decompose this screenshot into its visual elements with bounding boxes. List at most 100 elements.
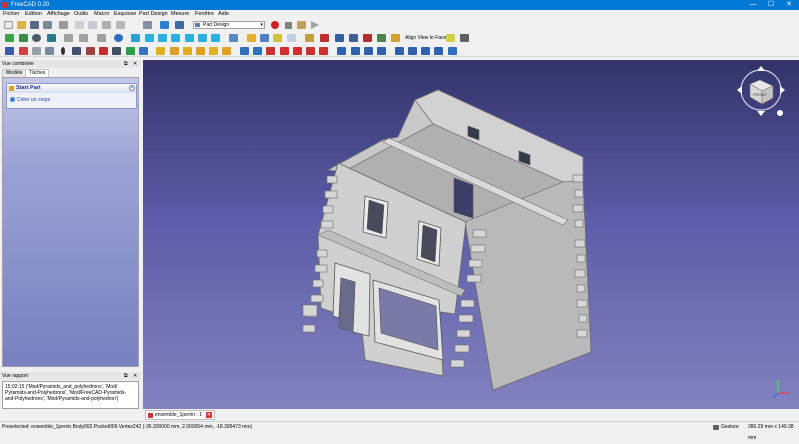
menu-affichage[interactable]: Affichage xyxy=(47,11,70,18)
maximize-button[interactable]: ☐ xyxy=(764,0,778,10)
close-panel-icon[interactable]: ✕ xyxy=(133,372,137,380)
subtractive-helix-icon[interactable] xyxy=(306,47,315,55)
navigation-cube[interactable]: FRONT xyxy=(737,66,785,116)
collapse-icon[interactable]: ^ xyxy=(129,85,135,91)
align-view-to-face-button[interactable]: Align View to Face xyxy=(405,35,446,41)
part-icon[interactable] xyxy=(247,34,256,42)
link-icon[interactable] xyxy=(97,34,106,42)
fillet-icon[interactable] xyxy=(395,47,404,55)
measure-refresh-icon[interactable] xyxy=(349,34,358,42)
pocket-icon[interactable] xyxy=(240,47,249,55)
print-icon[interactable] xyxy=(59,21,68,29)
boolean-icon[interactable] xyxy=(448,47,457,55)
measure-toggle-icon[interactable] xyxy=(363,34,372,42)
menu-aide[interactable]: Aide xyxy=(218,11,229,18)
forward-arrow-icon[interactable] xyxy=(79,34,88,42)
link-make-icon[interactable] xyxy=(273,34,282,42)
cut-icon[interactable] xyxy=(75,21,84,29)
macro-execute-icon[interactable] xyxy=(311,21,319,29)
hole-icon[interactable] xyxy=(253,47,262,55)
draw-style-icon[interactable] xyxy=(32,34,41,42)
redo-icon[interactable] xyxy=(116,21,125,29)
menu-esquisse[interactable]: Esquisse xyxy=(114,11,136,18)
datum-line-icon[interactable] xyxy=(72,47,81,55)
local-cs-icon[interactable] xyxy=(99,47,108,55)
menu-outils[interactable]: Outils xyxy=(74,11,88,18)
linear-pattern-icon[interactable] xyxy=(351,47,360,55)
link-sub-icon[interactable] xyxy=(287,34,296,42)
save-icon[interactable] xyxy=(30,21,39,29)
copy-icon[interactable] xyxy=(88,21,97,29)
fit-all-icon[interactable] xyxy=(5,34,14,42)
subtractive-loft-icon[interactable] xyxy=(280,47,289,55)
align-face-icon[interactable] xyxy=(446,34,455,42)
menu-part-design[interactable]: Part Design xyxy=(139,11,168,18)
view-front-icon[interactable] xyxy=(145,34,154,42)
3d-viewport[interactable]: FRONT xyxy=(143,60,799,409)
polar-pattern-icon[interactable] xyxy=(364,47,373,55)
create-body-link[interactable]: Créer un corps xyxy=(10,97,50,103)
pad-icon[interactable] xyxy=(156,47,165,55)
draft-icon[interactable] xyxy=(421,47,430,55)
minimize-button[interactable]: — xyxy=(746,0,760,10)
close-button[interactable]: ✕ xyxy=(782,0,796,10)
close-panel-icon[interactable]: ✕ xyxy=(133,60,137,68)
measure-angular-icon[interactable] xyxy=(335,34,344,42)
additive-loft-icon[interactable] xyxy=(183,47,192,55)
tab-taches[interactable]: Tâches xyxy=(25,69,50,77)
clip-plane-icon[interactable] xyxy=(305,34,314,42)
macro-record-icon[interactable] xyxy=(271,21,279,29)
view-isometric-icon[interactable] xyxy=(131,34,140,42)
document-tab[interactable]: ensemble_1perrin : 1 ✕ xyxy=(145,410,215,420)
back-arrow-icon[interactable] xyxy=(64,34,73,42)
bounding-box-icon[interactable] xyxy=(47,34,56,42)
multi-transform-icon[interactable] xyxy=(377,47,386,55)
macro-edit-icon[interactable] xyxy=(297,21,306,29)
shape-binder-icon[interactable] xyxy=(45,47,54,55)
datum-point-icon[interactable] xyxy=(61,47,65,55)
macro-stop-icon[interactable] xyxy=(285,22,292,29)
validate-sketch-icon[interactable] xyxy=(32,47,41,55)
save-as-icon[interactable] xyxy=(43,21,52,29)
groove-icon[interactable] xyxy=(266,47,275,55)
fit-selection-icon[interactable] xyxy=(19,34,28,42)
report-view[interactable]: 15:02:15 ('Mod/Pyramids_and_polyhedrons'… xyxy=(2,381,139,409)
revolution-icon[interactable] xyxy=(170,47,179,55)
new-document-icon[interactable] xyxy=(4,21,13,29)
mirrored-icon[interactable] xyxy=(337,47,346,55)
zoom-icon[interactable] xyxy=(114,34,123,42)
additive-helix-icon[interactable] xyxy=(209,47,218,55)
clone-icon[interactable] xyxy=(112,47,121,55)
clone-body-icon[interactable] xyxy=(139,47,148,55)
measure-delta-icon[interactable] xyxy=(391,34,400,42)
float-panel-icon[interactable]: ⧉ xyxy=(124,372,128,380)
float-panel-icon[interactable]: ⧉ xyxy=(124,60,128,68)
create-body-icon[interactable] xyxy=(5,47,14,55)
undo-icon[interactable] xyxy=(102,21,111,29)
open-folder-icon[interactable] xyxy=(17,21,26,29)
view-bottom-icon[interactable] xyxy=(198,34,207,42)
additive-pipe-icon[interactable] xyxy=(196,47,205,55)
menu-edition[interactable]: Edition xyxy=(25,11,42,18)
measure-distance-icon[interactable] xyxy=(229,34,238,42)
additive-primitive-icon[interactable] xyxy=(222,47,231,55)
measure-3d-icon[interactable] xyxy=(377,34,386,42)
sub-shape-binder-icon[interactable] xyxy=(126,47,135,55)
measure-linear-icon[interactable] xyxy=(320,34,329,42)
datum-plane-icon[interactable] xyxy=(86,47,95,55)
menu-fichier[interactable]: Fichier xyxy=(3,11,20,18)
group-icon[interactable] xyxy=(260,34,269,42)
macro-icon[interactable] xyxy=(460,34,469,42)
navigation-style-button[interactable]: Gesture xyxy=(713,422,739,433)
refresh-icon[interactable] xyxy=(143,21,152,29)
workbench-selector[interactable]: Part Design ▾ xyxy=(193,21,265,29)
menu-mesure[interactable]: Mesure xyxy=(171,11,189,18)
menu-fenetre[interactable]: Fenêtre xyxy=(195,11,214,18)
thickness-icon[interactable] xyxy=(434,47,443,55)
view-right-icon[interactable] xyxy=(171,34,180,42)
view-rear-icon[interactable] xyxy=(185,34,194,42)
view-left-icon[interactable] xyxy=(211,34,220,42)
whats-this-icon[interactable] xyxy=(175,21,184,29)
chamfer-icon[interactable] xyxy=(408,47,417,55)
recompute-icon[interactable] xyxy=(160,21,169,29)
